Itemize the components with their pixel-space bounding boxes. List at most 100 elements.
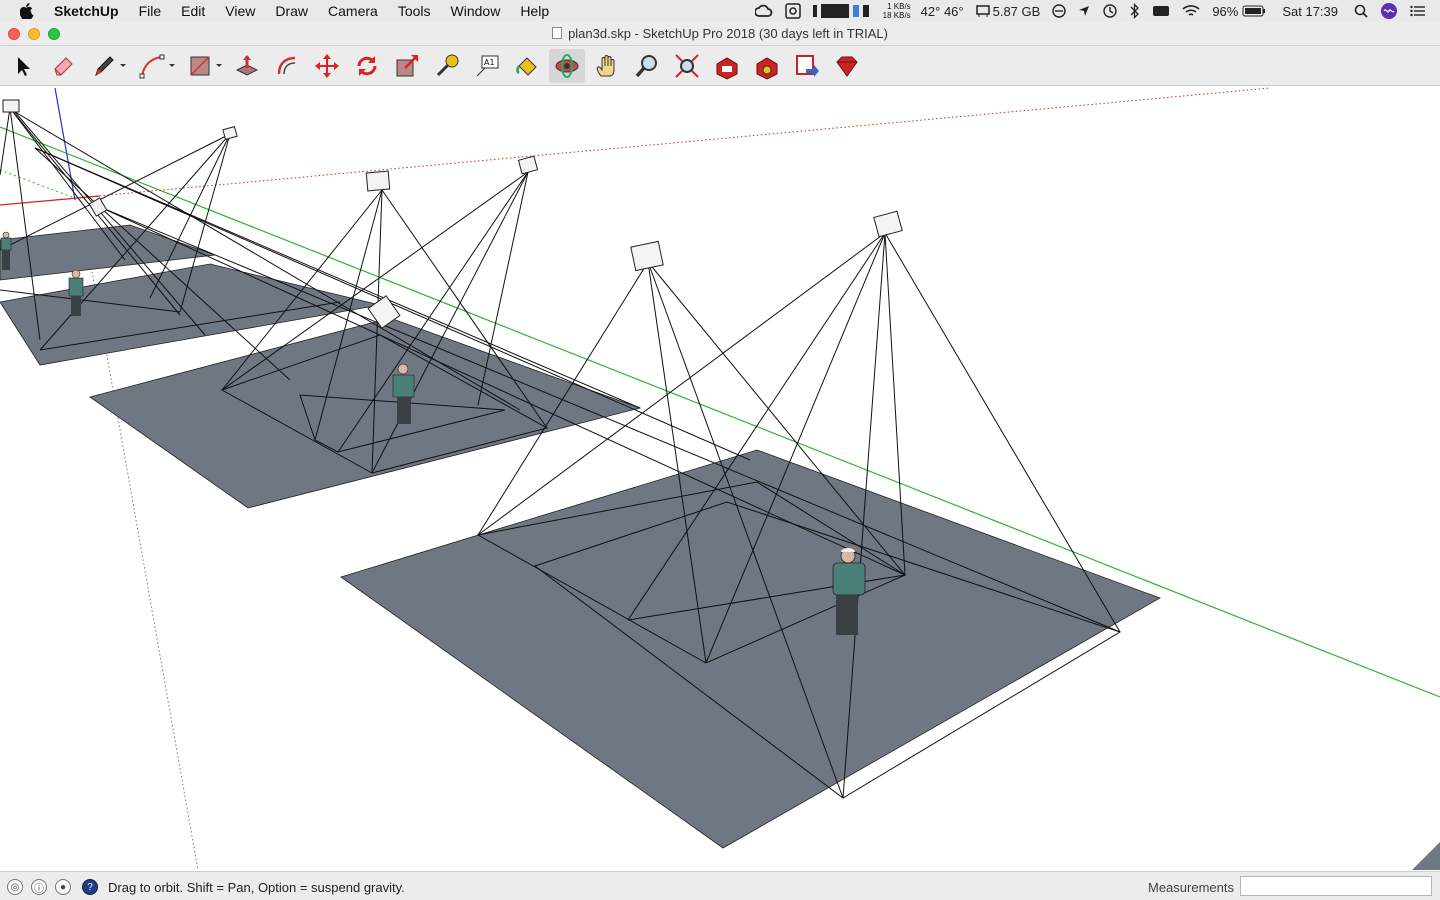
- notification-center-icon[interactable]: [1404, 0, 1440, 22]
- menu-help[interactable]: Help: [510, 0, 559, 22]
- move-tool[interactable]: [309, 49, 345, 83]
- zoom-extents-icon: [675, 54, 699, 78]
- battery[interactable]: 96%: [1206, 0, 1272, 22]
- extension-warehouse-icon: [756, 57, 778, 80]
- zoom-extents-tool[interactable]: [669, 49, 705, 83]
- ruby-gem-icon: [836, 56, 858, 77]
- rectangle-tool[interactable]: [182, 49, 218, 83]
- scale-icon: [396, 55, 418, 77]
- document-icon: [552, 27, 563, 39]
- paint-bucket-tool[interactable]: [509, 49, 545, 83]
- battery-percent: 96%: [1212, 3, 1239, 19]
- projector-mid-a[interactable]: [365, 170, 391, 192]
- projector-front-b[interactable]: [873, 210, 903, 238]
- zoom-tool[interactable]: [629, 49, 665, 83]
- memory-label: 5.87 GB: [992, 3, 1041, 19]
- magnifier-icon: [635, 55, 657, 78]
- fan-icon[interactable]: [779, 0, 807, 22]
- network-stats: 1 KB/s 18 KB/s: [879, 2, 915, 20]
- do-not-disturb-icon[interactable]: [1046, 0, 1072, 22]
- app-menu[interactable]: SketchUp: [54, 0, 129, 22]
- memory[interactable]: 5.87 GB: [970, 0, 1047, 22]
- menu-tools[interactable]: Tools: [388, 0, 441, 22]
- projector-far-b[interactable]: [222, 126, 238, 140]
- menu-camera[interactable]: Camera: [318, 0, 388, 22]
- model-viewport[interactable]: [0, 87, 1440, 870]
- svg-text:A1: A1: [484, 58, 495, 67]
- pan-tool[interactable]: [589, 49, 625, 83]
- rotate-tool[interactable]: [349, 49, 385, 83]
- layout-icon: [796, 55, 819, 77]
- menu-edit[interactable]: Edit: [171, 0, 215, 22]
- line-tool[interactable]: [86, 49, 122, 83]
- projector-front-a[interactable]: [630, 240, 664, 272]
- temps[interactable]: 42° 46°: [915, 0, 970, 22]
- send-to-layout-tool[interactable]: [789, 49, 825, 83]
- chevron-down-icon[interactable]: [167, 60, 177, 70]
- select-tool[interactable]: [5, 49, 41, 83]
- offset-icon: [277, 56, 296, 75]
- text-tool[interactable]: A1: [469, 49, 505, 83]
- disk-icon[interactable]: [807, 0, 879, 22]
- person-figure-far[interactable]: [0, 231, 12, 270]
- offset-tool[interactable]: [269, 49, 305, 83]
- extension-warehouse-tool[interactable]: [749, 49, 785, 83]
- menu-file[interactable]: File: [129, 0, 172, 22]
- text-label-icon: A1: [476, 55, 499, 77]
- scale-tool[interactable]: [389, 49, 425, 83]
- siri-icon[interactable]: [1374, 0, 1404, 22]
- chevron-down-icon[interactable]: [214, 60, 224, 70]
- window-titlebar: plan3d.skp - SketchUp Pro 2018 (30 days …: [0, 22, 1440, 46]
- arrow-cursor-icon: [18, 57, 30, 76]
- status-hint: Drag to orbit. Shift = Pan, Option = sus…: [108, 880, 405, 895]
- orbit-tool[interactable]: [549, 49, 585, 83]
- orbit-icon: [555, 54, 579, 78]
- main-toolbar: A1: [0, 46, 1440, 86]
- chevron-down-icon[interactable]: [118, 60, 128, 70]
- 3d-warehouse-icon: [716, 57, 738, 80]
- net-up: 1 KB/s: [887, 2, 911, 11]
- menu-bar: SketchUp File Edit View Draw Camera Tool…: [0, 0, 1440, 22]
- eraser-tool[interactable]: [45, 49, 81, 83]
- menu-view[interactable]: View: [215, 0, 265, 22]
- move-arrows-icon: [315, 54, 339, 78]
- hand-icon: [596, 55, 615, 77]
- red-axis-dotted: [0, 87, 1271, 206]
- clock[interactable]: Sat 17:39: [1272, 0, 1348, 22]
- measurements-label: Measurements: [1148, 880, 1234, 895]
- model-canvas[interactable]: [0, 87, 1440, 870]
- status-bar: ◎ ⓘ ● ? Drag to orbit. Shift = Pan, Opti…: [0, 871, 1440, 900]
- projector-far-a[interactable]: [2, 99, 20, 113]
- floor-plate-corner: [1412, 842, 1440, 870]
- rotate-icon: [357, 56, 377, 76]
- warehouse-tool[interactable]: [709, 49, 745, 83]
- arc-tool[interactable]: [134, 49, 170, 83]
- projector-far-c[interactable]: [88, 197, 108, 217]
- push-pull-tool[interactable]: [229, 49, 265, 83]
- menu-window[interactable]: Window: [441, 0, 511, 22]
- rectangle-icon: [190, 56, 210, 76]
- projector-mid-b[interactable]: [517, 155, 539, 175]
- red-axis: [0, 195, 101, 206]
- location-icon[interactable]: [1072, 0, 1096, 22]
- geolocation-icon[interactable]: ◎: [7, 879, 23, 895]
- bluetooth-icon[interactable]: [1124, 0, 1146, 22]
- tape-measure-icon: [436, 54, 459, 77]
- measurements-input[interactable]: [1240, 876, 1432, 896]
- spotlight-icon[interactable]: [1348, 0, 1374, 22]
- user-icon[interactable]: ●: [55, 879, 71, 895]
- credits-icon[interactable]: ⓘ: [31, 879, 47, 895]
- window-title: plan3d.skp - SketchUp Pro 2018 (30 days …: [0, 26, 1440, 41]
- help-icon[interactable]: ?: [82, 879, 98, 895]
- person-figure-left[interactable]: [68, 269, 84, 316]
- wifi-icon[interactable]: [1176, 0, 1206, 22]
- keyboard-icon[interactable]: [1146, 0, 1176, 22]
- time-machine-icon[interactable]: [1096, 0, 1124, 22]
- tape-measure-tool[interactable]: [429, 49, 465, 83]
- apple-icon[interactable]: [20, 3, 34, 19]
- extension-manager-tool[interactable]: [829, 49, 865, 83]
- menu-draw[interactable]: Draw: [265, 0, 318, 22]
- arc-icon: [139, 54, 165, 79]
- creative-cloud-icon[interactable]: [749, 0, 779, 22]
- eraser-icon: [54, 57, 73, 76]
